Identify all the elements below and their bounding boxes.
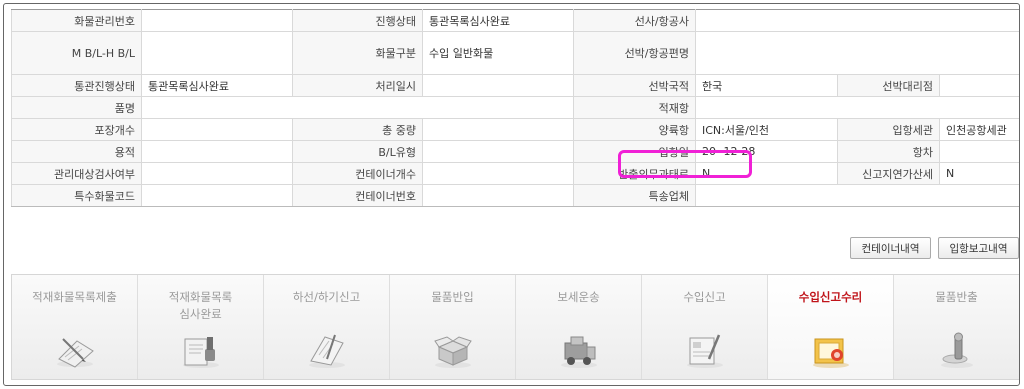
- step-3[interactable]: 하선/하기신고: [264, 275, 390, 379]
- info-row: 화물관리번호 진행상태 통관목록심사완료 선사/항공사: [11, 9, 1019, 32]
- field-value: [141, 184, 293, 207]
- container-list-button[interactable]: 컨테이너내역: [850, 237, 931, 259]
- field-value: [141, 162, 293, 185]
- release-stamp-icon: [935, 329, 979, 369]
- field-value: [422, 140, 574, 163]
- field-value: 통관목록심사완료: [422, 9, 574, 32]
- info-row: 용적 B/L유형 입항일 20 -12-28 항차: [11, 140, 1019, 163]
- field-label: 선사/항공사: [573, 9, 696, 32]
- field-value: 한국: [695, 74, 838, 97]
- field-label: 적재항: [573, 96, 696, 119]
- field-value: [141, 118, 293, 141]
- field-value: [694, 31, 1019, 75]
- step-label: 수입신고: [683, 290, 726, 304]
- field-label: 특송업체: [573, 184, 696, 207]
- field-label: 총 중량: [292, 118, 423, 141]
- field-label: 처리일시: [292, 74, 423, 97]
- step-8[interactable]: 물품반출: [894, 275, 1019, 379]
- field-value: N: [938, 162, 1019, 185]
- approved-document-icon: [809, 329, 853, 369]
- field-value: [141, 9, 293, 32]
- info-row: M B/L-H B/L 화물구분 수입 일반화물 선박/항공편명: [11, 31, 1019, 75]
- info-row: 품명 적재항: [11, 96, 1019, 119]
- field-value: ICN:서울/인천: [695, 118, 838, 141]
- field-label: 항차: [837, 140, 940, 163]
- step-label: 하선/하기신고: [292, 290, 361, 304]
- stamp-document-icon: [179, 329, 223, 369]
- step-1[interactable]: 적재화물목록제출: [12, 275, 138, 379]
- field-label: 특수화물코드: [11, 184, 142, 207]
- step-label: 적재화물목록 심사완료: [168, 290, 233, 321]
- field-value: [938, 140, 1019, 163]
- step-label: 수입신고수리: [798, 290, 863, 304]
- field-label: 관리대상검사여부: [11, 162, 142, 185]
- field-value: 수입 일반화물: [422, 31, 574, 75]
- field-value: [694, 184, 1019, 207]
- step-6[interactable]: 수입신고: [642, 275, 768, 379]
- field-value: [422, 162, 574, 185]
- field-label: M B/L-H B/L: [11, 31, 142, 75]
- info-row: 통관진행상태 통관목록심사완료 처리일시 선박국적 한국 선박대리점: [11, 74, 1019, 97]
- field-label: 선박국적: [573, 74, 696, 97]
- field-value: [938, 74, 1019, 97]
- open-box-icon: [431, 329, 475, 369]
- step-label: 물품반입: [431, 290, 474, 304]
- info-row: 특수화물코드 컨테이너번호 특송업체: [11, 184, 1019, 207]
- field-value: 20 -12-28: [695, 140, 838, 163]
- step-label: 물품반출: [935, 290, 978, 304]
- field-label: 진행상태: [292, 9, 423, 32]
- field-label: 용적: [11, 140, 142, 163]
- field-label: 선박대리점: [837, 74, 940, 97]
- step-4[interactable]: 물품반입: [390, 275, 516, 379]
- cargo-tracking-panel: 화물관리번호 진행상태 통관목록심사완료 선사/항공사 M B/L-H B/L 화물구분 수…: [3, 3, 1020, 386]
- field-label: 품명: [11, 96, 142, 119]
- customs-process-steps: 적재화물목록제출 적재화물목록 심사완료 하선/하기신고 물품반입 보세운송 수입신고 수입…: [11, 274, 1019, 380]
- form-pen-icon: [683, 329, 727, 369]
- field-value: [694, 9, 1019, 32]
- field-label: 포장개수: [11, 118, 142, 141]
- document-pen-icon: [305, 329, 349, 369]
- field-value: 인천공항세관: [938, 118, 1019, 141]
- field-label: 컨테이너번호: [292, 184, 423, 207]
- cargo-info-table: 화물관리번호 진행상태 통관목록심사완료 선사/항공사 M B/L-H B/L 화물구분 수…: [11, 9, 1019, 207]
- field-value: [422, 74, 574, 97]
- field-label: 통관진행상태: [11, 74, 142, 97]
- step-7[interactable]: 수입신고수리: [768, 275, 894, 379]
- clipboard-pen-icon: [53, 329, 97, 369]
- field-label: 반출의무과태료: [573, 162, 696, 185]
- info-row: 관리대상검사여부 컨테이너개수 반출의무과태료 N 신고지연가산세 N: [11, 162, 1019, 185]
- step-2[interactable]: 적재화물목록 심사완료: [138, 275, 264, 379]
- step-label: 적재화물목록제출: [32, 290, 117, 304]
- step-5[interactable]: 보세운송: [516, 275, 642, 379]
- info-row: 포장개수 총 중량 양륙항 ICN:서울/인천 입항세관 인천공항세관: [11, 118, 1019, 141]
- field-value: [694, 96, 1019, 119]
- field-value: [422, 118, 574, 141]
- field-label: 화물구분: [292, 31, 423, 75]
- field-label: 컨테이너개수: [292, 162, 423, 185]
- arrival-report-button[interactable]: 입항보고내역: [938, 237, 1019, 259]
- field-value: [422, 184, 574, 207]
- field-label: 입항세관: [837, 118, 940, 141]
- field-label: 신고지연가산세: [837, 162, 940, 185]
- step-label: 보세운송: [557, 290, 600, 304]
- field-label: B/L유형: [292, 140, 423, 163]
- field-value: [141, 140, 293, 163]
- forklift-truck-icon: [557, 329, 601, 369]
- field-value: 통관목록심사완료: [141, 74, 293, 97]
- field-label: 선박/항공편명: [573, 31, 696, 75]
- field-value: N: [695, 162, 838, 185]
- field-value: [141, 96, 574, 119]
- field-label: 화물관리번호: [11, 9, 142, 32]
- field-label: 입항일: [573, 140, 696, 163]
- field-value: [141, 31, 293, 75]
- field-label: 양륙항: [573, 118, 696, 141]
